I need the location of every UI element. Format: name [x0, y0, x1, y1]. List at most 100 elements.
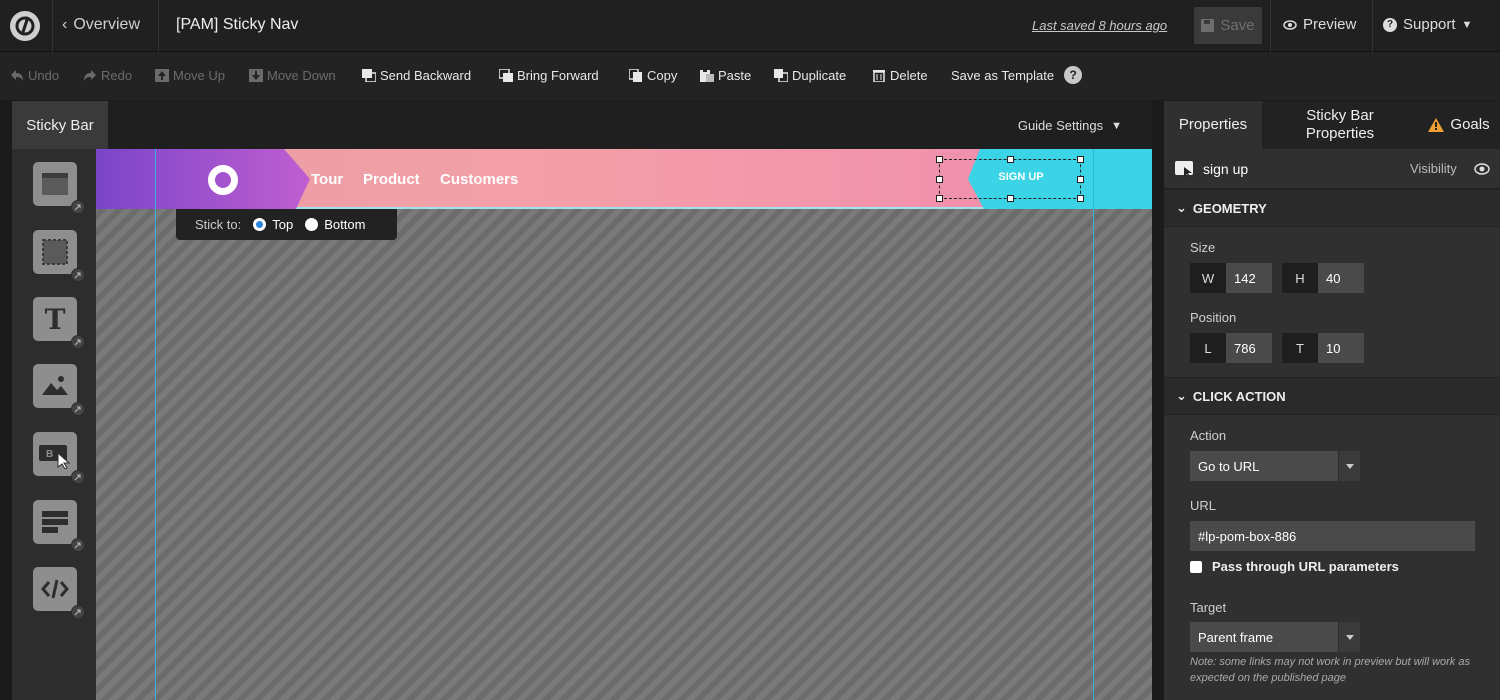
copy-icon [629, 69, 642, 82]
edit-toolbar: Undo Redo Move Up Move Down Send Backwar… [0, 52, 1500, 100]
send-backward-button[interactable]: Send Backward [362, 68, 471, 83]
help-icon[interactable]: ? [1064, 66, 1083, 84]
caret-down-icon [1338, 451, 1360, 481]
floppy-disk-icon [1201, 19, 1215, 32]
back-label: Overview [73, 16, 141, 33]
preview-note: Note: some links may not work in preview… [1190, 656, 1470, 684]
paste-label: Paste [718, 68, 752, 83]
resize-handle[interactable] [936, 156, 943, 163]
geometry-section-header[interactable]: ⌄ GEOMETRY [1164, 189, 1500, 227]
stick-top-radio[interactable] [253, 218, 267, 231]
left-input[interactable]: 786 [1226, 333, 1272, 363]
duplicate-button[interactable]: Duplicate [774, 68, 846, 83]
support-menu[interactable]: ? Support ▼ [1383, 16, 1472, 33]
sticky-bar-preview[interactable]: Tour Product Customers SIGN UP [96, 149, 1152, 209]
code-tool[interactable] [33, 567, 85, 619]
resize-handle[interactable] [936, 176, 943, 183]
tab-sticky-bar[interactable]: Sticky Bar [12, 101, 108, 149]
resize-handle[interactable] [1007, 156, 1014, 163]
back-to-overview-link[interactable]: ‹ Overview [62, 16, 140, 34]
tab-sticky-bar-properties[interactable]: Sticky Bar Properties [1262, 101, 1418, 149]
top-field[interactable]: T 10 [1282, 333, 1364, 363]
guide-line [1093, 149, 1094, 700]
chevron-down-icon: ⌄ [1176, 388, 1187, 403]
height-field[interactable]: H 40 [1282, 263, 1364, 293]
stick-top-label[interactable]: Top [272, 217, 293, 232]
warning-icon [1428, 118, 1445, 132]
nav-link-product[interactable]: Product [363, 171, 420, 188]
delete-button[interactable]: Delete [872, 68, 928, 83]
hero-purple-shape [96, 149, 310, 209]
tab-goals-label: Goals [1450, 116, 1490, 133]
canvas-area: Sticky Bar Guide Settings ▼ T B Tour Pro… [12, 101, 1152, 700]
move-down-button[interactable]: Move Down [249, 68, 336, 83]
click-action-header-label: CLICK ACTION [1192, 388, 1286, 404]
app-logo-icon[interactable] [10, 11, 40, 41]
box-tool[interactable] [33, 230, 85, 282]
size-label: Size [1190, 240, 1216, 255]
section-tool[interactable] [33, 162, 85, 214]
move-up-button[interactable]: Move Up [155, 68, 225, 83]
guide-settings-dropdown[interactable]: Guide Settings ▼ [1018, 118, 1122, 133]
nav-link-customers[interactable]: Customers [440, 171, 518, 188]
resize-handle[interactable] [1077, 176, 1084, 183]
action-select-value: Go to URL [1198, 458, 1260, 474]
save-button[interactable]: Save [1194, 7, 1262, 44]
preview-button[interactable]: Preview [1283, 16, 1356, 33]
trash-icon [873, 70, 885, 82]
stick-bottom-radio[interactable] [305, 218, 319, 231]
undo-label: Undo [28, 68, 60, 83]
section-icon [42, 173, 68, 195]
bring-forward-button[interactable]: Bring Forward [499, 68, 599, 83]
copy-button[interactable]: Copy [629, 68, 677, 83]
eye-icon[interactable] [1474, 162, 1490, 176]
save-as-template-button[interactable]: Save as Template ? [951, 66, 1083, 84]
pass-through-checkbox-row[interactable]: Pass through URL parameters [1190, 559, 1399, 574]
button-element-icon [1175, 161, 1193, 178]
resize-handle[interactable] [1007, 195, 1014, 202]
resize-handle[interactable] [1077, 195, 1084, 202]
tab-properties[interactable]: Properties [1164, 101, 1262, 149]
tab-goals[interactable]: Goals [1418, 101, 1500, 149]
text-tool[interactable]: T [33, 297, 85, 349]
top-input[interactable]: 10 [1318, 333, 1364, 363]
target-select[interactable]: Parent frame [1190, 622, 1360, 652]
design-stage[interactable]: Tour Product Customers SIGN UP Stick to:… [96, 149, 1152, 700]
button-tool[interactable]: B [33, 432, 85, 484]
width-input[interactable]: 142 [1226, 263, 1272, 293]
caret-down-icon: ▼ [1461, 18, 1473, 31]
pass-through-checkbox[interactable] [1190, 560, 1202, 573]
text-icon: T [44, 302, 66, 336]
move-down-icon [249, 69, 263, 82]
tab-sticky-bar-properties-label: Sticky Bar Properties [1305, 107, 1375, 142]
form-tool[interactable] [33, 500, 85, 552]
width-field[interactable]: W 142 [1190, 263, 1272, 293]
guide-settings-label: Guide Settings [1017, 118, 1104, 133]
click-action-section-header[interactable]: ⌄ CLICK ACTION [1164, 377, 1500, 415]
redo-label: Redo [101, 68, 133, 83]
brand-logo-icon[interactable] [208, 165, 238, 195]
selected-element-outline[interactable] [936, 156, 1084, 202]
resize-handle[interactable] [1077, 156, 1084, 163]
resize-handle[interactable] [936, 195, 943, 202]
send-backward-label: Send Backward [380, 68, 472, 83]
paste-button[interactable]: Paste [700, 68, 751, 83]
form-icon [42, 511, 68, 533]
left-field[interactable]: L 786 [1190, 333, 1272, 363]
drag-icon [71, 402, 85, 416]
url-input[interactable]: #lp-pom-box-886 [1190, 521, 1475, 551]
move-down-label: Move Down [267, 68, 336, 83]
save-as-template-label: Save as Template [951, 67, 1055, 83]
undo-button[interactable]: Undo [10, 68, 59, 83]
drag-icon [71, 200, 85, 214]
nav-link-tour[interactable]: Tour [311, 171, 343, 188]
height-input[interactable]: 40 [1318, 263, 1364, 293]
stick-bottom-label[interactable]: Bottom [324, 217, 365, 232]
last-saved-link[interactable]: Last saved 8 hours ago [1032, 18, 1167, 33]
width-key: W [1190, 263, 1226, 293]
image-tool[interactable] [33, 364, 85, 416]
redo-button[interactable]: Redo [83, 68, 132, 83]
action-select[interactable]: Go to URL [1190, 451, 1360, 481]
visibility-label: Visibility [1410, 161, 1457, 176]
stick-to-label: Stick to: [195, 217, 242, 232]
